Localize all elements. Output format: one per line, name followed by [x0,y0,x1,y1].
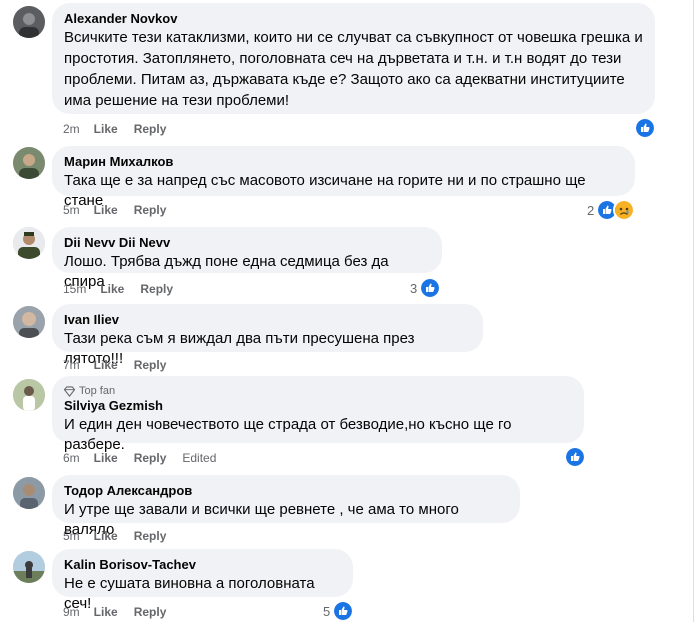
comment-line: И един ден човечеството ще страда от без… [64,416,512,453]
comment-author[interactable]: Dii Nevv Dii Nevv [64,235,430,251]
timestamp[interactable]: 9m [63,604,80,620]
comment-line: простотия. Затоплянето, поголовната сеч … [64,50,622,67]
comment-actions: 9m Like Reply [63,604,182,620]
top-fan-badge: Top fan [64,384,572,398]
edited-label[interactable]: Edited [182,450,216,466]
comment-bubble: Dii Nevv Dii Nevv Лошо. Трябва дъжд поне… [52,227,442,290]
reaction-summary[interactable]: 5 [323,600,355,622]
comment-bubble: Марин Михалков Така ще е за напред със м… [52,146,635,209]
comment-actions: 6m Like Reply Edited [63,450,232,466]
reaction-summary[interactable]: 2 [587,199,636,221]
top-fan-label: Top fan [79,385,116,397]
comment-actions: 15m Like Reply [63,281,189,297]
reply-button[interactable]: Reply [140,281,173,297]
like-button[interactable]: Like [94,604,118,620]
like-button[interactable]: Like [94,528,118,544]
comment-actions: 2m Like Reply [63,121,182,137]
reaction-count: 3 [410,280,418,296]
thumbs-up-icon [419,277,442,299]
avatar[interactable] [13,147,45,179]
thumbs-up-icon [634,117,656,139]
sad-face-icon [613,199,636,221]
reply-button[interactable]: Reply [134,604,167,620]
timestamp[interactable]: 5m [63,528,80,544]
comment-author[interactable]: Kalin Borisov-Tachev [64,557,341,573]
thumbs-up-icon [564,446,586,468]
comment-line: Всичките тези катаклизми, които ни се сл… [64,29,643,46]
comment-author[interactable]: Alexander Novkov [64,11,643,27]
comment-line: проблеми. Питам аз, държавата къде е? За… [64,71,625,88]
comment-author[interactable]: Марин Михалков [64,154,623,170]
diamond-icon [64,385,75,397]
reaction-count: 5 [323,603,331,619]
reply-button[interactable]: Reply [134,121,167,137]
reply-button[interactable]: Reply [134,450,167,466]
reaction-summary[interactable] [634,117,656,139]
like-button[interactable]: Like [94,357,118,373]
comment-author[interactable]: Ivan Iliev [64,312,471,328]
right-edge-divider [693,0,694,622]
thumbs-up-icon [332,600,355,622]
timestamp[interactable]: 6m [63,450,80,466]
comment-actions: 5m Like Reply [63,528,182,544]
reply-button[interactable]: Reply [134,528,167,544]
timestamp[interactable]: 5m [63,202,80,218]
like-button[interactable]: Like [100,281,124,297]
timestamp[interactable]: 7m [63,357,80,373]
reply-button[interactable]: Reply [134,202,167,218]
reaction-summary[interactable] [564,446,586,468]
like-button[interactable]: Like [94,450,118,466]
comment-author[interactable]: Тодор Александров [64,483,508,499]
timestamp[interactable]: 15m [63,281,86,297]
comment-author[interactable]: Silviya Gezmish [64,398,572,414]
avatar[interactable] [13,551,45,583]
comment-actions: 7m Like Reply [63,357,182,373]
like-button[interactable]: Like [94,202,118,218]
avatar[interactable] [13,379,45,411]
reaction-summary[interactable]: 3 [410,277,442,299]
comment-bubble: Top fan Silviya Gezmish И един ден човеч… [52,376,584,453]
comment-bubble: Ivan Iliev Тази река съм я виждал два пъ… [52,304,483,367]
comment-actions: 5m Like Reply [63,202,182,218]
reaction-count: 2 [587,202,595,218]
avatar[interactable] [13,477,45,509]
avatar[interactable] [13,306,45,338]
avatar[interactable] [13,6,45,38]
comment-bubble: Alexander Novkov Всичките тези катаклизм… [52,3,655,114]
timestamp[interactable]: 2m [63,121,80,137]
like-button[interactable]: Like [94,121,118,137]
comment-bubble: Тодор Александров И утре ще завали и вси… [52,475,520,538]
reply-button[interactable]: Reply [134,357,167,373]
comment-bubble: Kalin Borisov-Tachev Не е сушата виновна… [52,549,353,612]
comment-line: има решение на тези проблеми! [64,92,290,109]
avatar[interactable] [13,227,45,259]
